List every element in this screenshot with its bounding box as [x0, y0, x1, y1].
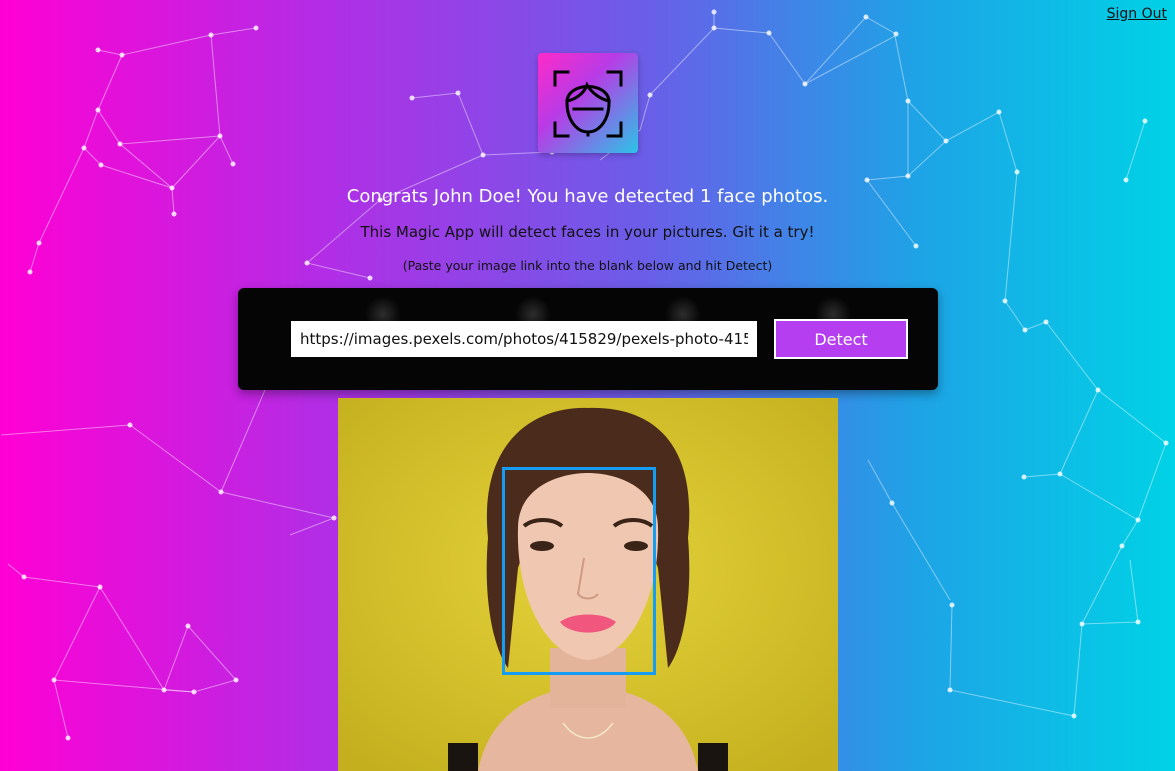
app-description: This Magic App will detect faces in your…: [360, 223, 815, 241]
instruction-text: (Paste your image link into the blank be…: [402, 258, 773, 273]
face-recognition-icon: [553, 70, 623, 138]
face-bounding-box: [502, 467, 656, 675]
image-link-form: Detect: [238, 288, 938, 390]
detection-count-message: Congrats John Doe! You have detected 1 f…: [346, 186, 829, 207]
sign-out-link[interactable]: Sign Out: [1107, 6, 1167, 22]
result-image: [338, 398, 838, 771]
image-url-input[interactable]: [291, 321, 757, 357]
app-logo: [538, 53, 638, 153]
detect-button[interactable]: Detect: [774, 319, 908, 359]
